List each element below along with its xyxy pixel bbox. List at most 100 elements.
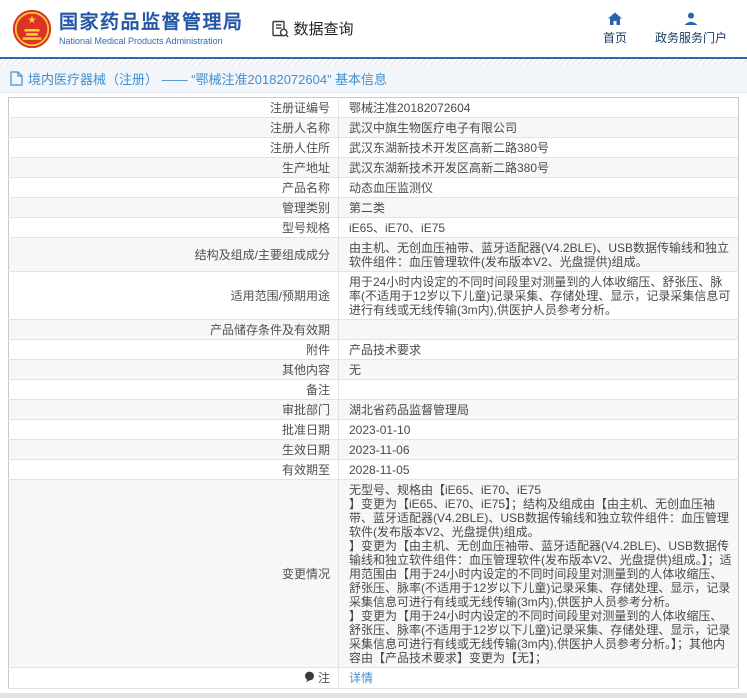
row-label: 生产地址 xyxy=(282,161,330,175)
row-label-cell: 型号规格 xyxy=(9,218,339,238)
row-label-cell: 适用范围/预期用途 xyxy=(9,272,339,320)
table-row: 其他内容 无 xyxy=(9,360,739,380)
row-label-cell: 备注 xyxy=(9,380,339,400)
row-label-cell: 产品名称 xyxy=(9,178,339,198)
row-label-cell: 生产地址 xyxy=(9,158,339,178)
row-value-cell: 2023-11-06 xyxy=(339,440,739,460)
table-row: 生产地址 武汉东湖新技术开发区高新二路380号 xyxy=(9,158,739,178)
row-label-cell: 结构及组成/主要组成成分 xyxy=(9,238,339,272)
row-label-cell: 生效日期 xyxy=(9,440,339,460)
info-table-wrap: 注册证编号 鄂械注准20182072604 注册人名称 武汉中旗生物医疗电子有限… xyxy=(8,97,739,689)
data-query-menu[interactable]: 数据查询 xyxy=(270,18,354,39)
data-query-label: 数据查询 xyxy=(294,18,354,39)
nav-item-portal[interactable]: 政务服务门户 xyxy=(655,11,727,46)
row-label: 注册人名称 xyxy=(270,121,330,135)
nav-item-home[interactable]: 首页 xyxy=(603,11,627,46)
row-label-cell: 注册证编号 xyxy=(9,98,339,118)
row-value-cell: 无型号、规格由【iE65、iE70、iE75 】变更为【iE65、iE70、iE… xyxy=(339,480,739,668)
table-row: 型号规格 iE65、iE70、iE75 xyxy=(9,218,739,238)
org-names: 国家药品监督管理局 National Medical Products Admi… xyxy=(59,12,244,46)
footer-strip xyxy=(0,693,747,698)
row-value-cell: 动态血压监测仪 xyxy=(339,178,739,198)
row-value-cell: 用于24小时内设定的不同时间段里对测量到的人体收缩压、舒张压、脉率(不适用于12… xyxy=(339,272,739,320)
document-icon xyxy=(10,71,23,86)
row-label-cell: 产品储存条件及有效期 xyxy=(9,320,339,340)
row-value-cell: 武汉中旗生物医疗电子有限公司 xyxy=(339,118,739,138)
table-row: 结构及组成/主要组成成分 由主机、无创血压袖带、蓝牙适配器(V4.2BLE)、U… xyxy=(9,238,739,272)
row-value-cell: 武汉东湖新技术开发区高新二路380号 xyxy=(339,138,739,158)
home-icon xyxy=(607,11,623,27)
table-row: 注册人住所 武汉东湖新技术开发区高新二路380号 xyxy=(9,138,739,158)
row-label: 生效日期 xyxy=(282,443,330,457)
row-label: 产品储存条件及有效期 xyxy=(210,323,330,337)
row-label: 管理类别 xyxy=(282,201,330,215)
table-row: 产品储存条件及有效期 xyxy=(9,320,739,340)
row-label-cell: 有效期至 xyxy=(9,460,339,480)
row-label-cell: 批准日期 xyxy=(9,420,339,440)
row-label: 变更情况 xyxy=(282,567,330,581)
row-label-cell: 管理类别 xyxy=(9,198,339,218)
row-value-cell: 湖北省药品监督管理局 xyxy=(339,400,739,420)
table-row: 注册证编号 鄂械注准20182072604 xyxy=(9,98,739,118)
national-emblem-icon xyxy=(12,9,52,49)
nav-home-label: 首页 xyxy=(603,29,627,46)
row-label: 适用范围/预期用途 xyxy=(231,289,330,303)
table-row: 适用范围/预期用途 用于24小时内设定的不同时间段里对测量到的人体收缩压、舒张压… xyxy=(9,272,739,320)
row-label-cell: 变更情况 xyxy=(9,480,339,668)
site-header: 国家药品监督管理局 National Medical Products Admi… xyxy=(0,0,747,57)
top-nav: 首页 政务服务门户 xyxy=(603,11,747,46)
row-label: 审批部门 xyxy=(282,403,330,417)
org-name-cn: 国家药品监督管理局 xyxy=(59,12,244,34)
comment-icon xyxy=(304,671,315,686)
row-value-cell xyxy=(339,320,739,340)
row-value-cell: iE65、iE70、iE75 xyxy=(339,218,739,238)
row-value-cell xyxy=(339,380,739,400)
row-label: 备注 xyxy=(306,383,330,397)
row-label-cell: 附件 xyxy=(9,340,339,360)
row-label: 结构及组成/主要组成成分 xyxy=(195,248,330,262)
table-row: 生效日期 2023-11-06 xyxy=(9,440,739,460)
row-label-cell: 注册人名称 xyxy=(9,118,339,138)
document-search-icon xyxy=(270,19,290,39)
row-value-cell: 产品技术要求 xyxy=(339,340,739,360)
row-value-cell: 武汉东湖新技术开发区高新二路380号 xyxy=(339,158,739,178)
user-icon xyxy=(683,11,699,27)
row-value-cell: 2023-01-10 xyxy=(339,420,739,440)
table-row: 注册人名称 武汉中旗生物医疗电子有限公司 xyxy=(9,118,739,138)
nav-portal-label: 政务服务门户 xyxy=(655,29,727,46)
row-label: 产品名称 xyxy=(282,181,330,195)
breadcrumb-text: 境内医疗器械（注册） —— “鄂械注准20182072604” 基本信息 xyxy=(28,69,387,88)
site-logo[interactable]: 国家药品监督管理局 National Medical Products Admi… xyxy=(12,9,244,49)
row-value-cell: 无 xyxy=(339,360,739,380)
info-table: 注册证编号 鄂械注准20182072604 注册人名称 武汉中旗生物医疗电子有限… xyxy=(8,97,739,689)
table-row: 备注 xyxy=(9,380,739,400)
row-label: 有效期至 xyxy=(282,463,330,477)
row-label: 注册人住所 xyxy=(270,141,330,155)
row-label: 注 xyxy=(318,671,330,685)
row-value-cell: 由主机、无创血压袖带、蓝牙适配器(V4.2BLE)、USB数据传输线和独立软件组… xyxy=(339,238,739,272)
table-row: 附件 产品技术要求 xyxy=(9,340,739,360)
row-label: 其他内容 xyxy=(282,363,330,377)
detail-link[interactable]: 详情 xyxy=(349,671,373,685)
table-row: 批准日期 2023-01-10 xyxy=(9,420,739,440)
row-value-cell: 第二类 xyxy=(339,198,739,218)
row-label: 注册证编号 xyxy=(270,101,330,115)
row-value-cell: 详情 xyxy=(339,668,739,689)
info-table-body: 注册证编号 鄂械注准20182072604 注册人名称 武汉中旗生物医疗电子有限… xyxy=(9,98,739,689)
row-label-cell: 审批部门 xyxy=(9,400,339,420)
org-name-en: National Medical Products Administration xyxy=(59,36,244,46)
row-value-cell: 2028-11-05 xyxy=(339,460,739,480)
table-row: 产品名称 动态血压监测仪 xyxy=(9,178,739,198)
row-label-cell: 注 xyxy=(9,668,339,689)
row-label-cell: 注册人住所 xyxy=(9,138,339,158)
table-row: 注 详情 xyxy=(9,668,739,689)
table-row: 审批部门 湖北省药品监督管理局 xyxy=(9,400,739,420)
row-label: 批准日期 xyxy=(282,423,330,437)
table-row: 管理类别 第二类 xyxy=(9,198,739,218)
row-label: 型号规格 xyxy=(282,221,330,235)
table-row: 有效期至 2028-11-05 xyxy=(9,460,739,480)
table-row: 变更情况 无型号、规格由【iE65、iE70、iE75 】变更为【iE65、iE… xyxy=(9,480,739,668)
row-label: 附件 xyxy=(306,343,330,357)
row-label-cell: 其他内容 xyxy=(9,360,339,380)
breadcrumb: 境内医疗器械（注册） —— “鄂械注准20182072604” 基本信息 xyxy=(0,65,747,93)
